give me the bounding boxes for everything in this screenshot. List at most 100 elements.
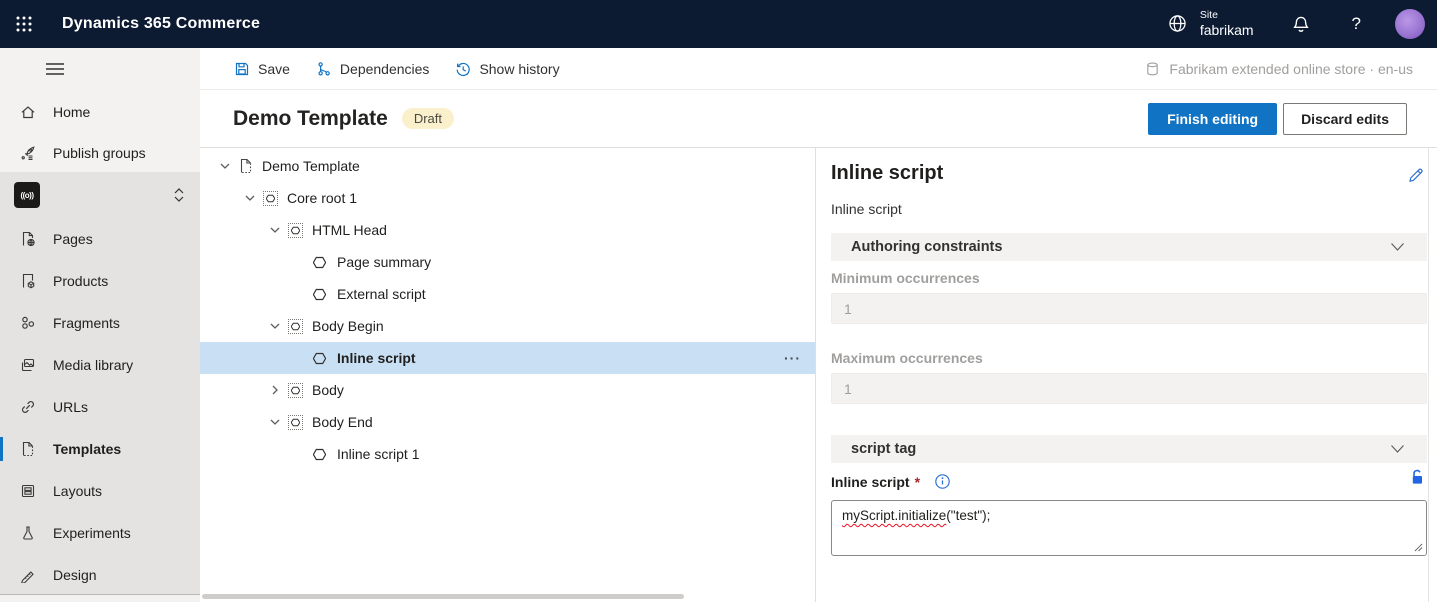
site-name: fabrikam	[1199, 21, 1254, 38]
more-options-icon[interactable]: ···	[784, 350, 801, 366]
inline-script-textarea[interactable]: myScript.initialize("test");	[831, 500, 1427, 556]
sidebar-item-products[interactable]: Products	[0, 260, 200, 302]
container-module-icon	[288, 414, 312, 430]
tree-node-label: External script	[337, 286, 426, 302]
dependencies-icon	[318, 61, 330, 75]
tree-node-external-script[interactable]: External script	[200, 278, 815, 310]
tree-node-body-begin[interactable]: Body Begin	[200, 310, 815, 342]
info-icon[interactable]	[934, 473, 951, 490]
dependencies-label: Dependencies	[339, 60, 430, 77]
module-hexagon-icon	[313, 352, 337, 365]
tree-node-core-root-1[interactable]: Core root 1	[200, 182, 815, 214]
finish-editing-button[interactable]: Finish editing	[1148, 102, 1278, 135]
sidebar-item-urls[interactable]: URLs	[0, 386, 200, 428]
tree-node-label: Body End	[312, 414, 373, 430]
required-asterisk: *	[914, 473, 921, 490]
chevron-right-icon[interactable]	[262, 384, 288, 396]
chevron-down-icon[interactable]	[262, 320, 288, 332]
discard-edits-button[interactable]: Discard edits	[1283, 102, 1407, 135]
min-occurrences-input	[831, 293, 1427, 324]
script-text-misspelled: myScript.initialize	[842, 508, 947, 523]
tree-node-label: Core root 1	[287, 190, 358, 206]
sidebar-item-media-library[interactable]: Media library	[0, 344, 200, 386]
layouts-icon	[21, 484, 35, 498]
expand-collapse-icon[interactable]	[172, 186, 186, 204]
max-occurrences-input	[831, 373, 1427, 404]
environment-selector[interactable]: Fabrikam extended online store · en-us	[1145, 61, 1413, 77]
media-library-icon	[21, 358, 35, 372]
unlock-icon[interactable]	[1409, 468, 1425, 486]
authoring-constraints-section-header[interactable]: Authoring constraints	[831, 233, 1427, 261]
design-ruler-icon	[21, 571, 34, 583]
notifications-button[interactable]	[1292, 15, 1310, 33]
template-tree: Demo Template Core root 1 HTML Head Page…	[200, 148, 816, 602]
sidebar-bottom-strip	[0, 594, 200, 602]
status-badge: Draft	[401, 108, 454, 129]
module-hexagon-icon	[313, 288, 337, 301]
sidebar-item-publish-groups[interactable]: Publish groups	[0, 132, 200, 173]
chevron-down-icon[interactable]	[262, 416, 288, 428]
tree-node-label: Body	[312, 382, 344, 398]
user-avatar[interactable]	[1395, 9, 1425, 39]
chevron-down-icon	[1390, 242, 1405, 252]
sidebar-item-pages[interactable]: Pages	[0, 218, 200, 260]
pages-icon	[22, 231, 35, 247]
container-module-icon	[263, 190, 287, 206]
module-properties-panel: Inline script Inline script Authoring co…	[816, 148, 1437, 602]
command-bar: Save Dependencies Show history Fabrikam …	[200, 48, 1437, 90]
sidebar-item-label: Publish groups	[53, 144, 146, 161]
sidebar-item-design[interactable]: Design	[0, 554, 200, 596]
tree-node-page-summary[interactable]: Page summary	[200, 246, 815, 278]
broadcast-icon[interactable]: ((o))	[14, 182, 40, 208]
panel-title: Inline script	[831, 162, 944, 184]
tree-node-body-end[interactable]: Body End	[200, 406, 815, 438]
sidebar-item-experiments[interactable]: Experiments	[0, 512, 200, 554]
tree-node-label: Body Begin	[312, 318, 384, 334]
save-label: Save	[258, 60, 290, 77]
sidebar-item-label: Design	[53, 567, 97, 583]
left-nav: Home Publish groups ((o)) Pages Products…	[0, 90, 200, 602]
page-header: Demo Template Draft Finish editing Disca…	[200, 90, 1437, 148]
sidebar-item-fragments[interactable]: Fragments	[0, 302, 200, 344]
tree-node-label: Demo Template	[262, 158, 360, 174]
edit-pencil-icon[interactable]	[1407, 166, 1425, 184]
show-history-button[interactable]: Show history	[455, 60, 560, 77]
help-button[interactable]: ?	[1352, 14, 1361, 34]
site-switcher[interactable]: Site fabrikam	[1167, 9, 1254, 38]
app-window: Dynamics 365 Commerce Site fabrikam ? Sa…	[0, 0, 1437, 602]
save-icon	[235, 62, 249, 75]
max-occurrences-label: Maximum occurrences	[831, 350, 983, 366]
tree-node-body[interactable]: Body	[200, 374, 815, 406]
fragments-icon	[22, 316, 35, 329]
chevron-down-icon[interactable]	[262, 224, 288, 236]
dependencies-button[interactable]: Dependencies	[316, 60, 430, 77]
app-launcher-waffle-icon[interactable]	[0, 0, 48, 48]
horizontal-scrollbar-thumb[interactable]	[202, 594, 684, 599]
tree-node-html-head[interactable]: HTML Head	[200, 214, 815, 246]
chevron-down-icon[interactable]	[237, 192, 263, 204]
tree-node-inline-script-selected[interactable]: Inline script ···	[200, 342, 815, 374]
tree-node-demo-template[interactable]: Demo Template	[200, 150, 815, 182]
sidebar-item-home[interactable]: Home	[0, 91, 200, 132]
save-button[interactable]: Save	[234, 61, 290, 77]
topbar-actions: Site fabrikam ?	[1167, 9, 1437, 39]
chevron-down-icon[interactable]	[212, 160, 238, 172]
sidebar-item-layouts[interactable]: Layouts	[0, 470, 200, 512]
home-icon	[21, 105, 35, 118]
min-occurrences-label: Minimum occurrences	[831, 270, 980, 286]
flask-icon	[23, 526, 33, 540]
templates-icon	[22, 441, 34, 457]
container-module-icon	[288, 382, 312, 398]
sidebar-item-templates[interactable]: Templates	[0, 428, 200, 470]
nav-collapse-button[interactable]	[46, 62, 64, 76]
module-hexagon-icon	[313, 256, 337, 269]
tree-node-inline-script-1[interactable]: Inline script 1	[200, 438, 815, 470]
sidebar-item-label: Home	[53, 103, 91, 120]
globe-icon	[1169, 15, 1186, 33]
resize-grip-icon[interactable]	[1414, 543, 1423, 552]
show-history-label: Show history	[479, 60, 560, 77]
sidebar-item-label: Products	[53, 273, 109, 289]
tree-node-label: Page summary	[337, 254, 432, 270]
panel-subtitle: Inline script	[831, 201, 902, 217]
script-tag-section-header[interactable]: script tag	[831, 435, 1427, 463]
